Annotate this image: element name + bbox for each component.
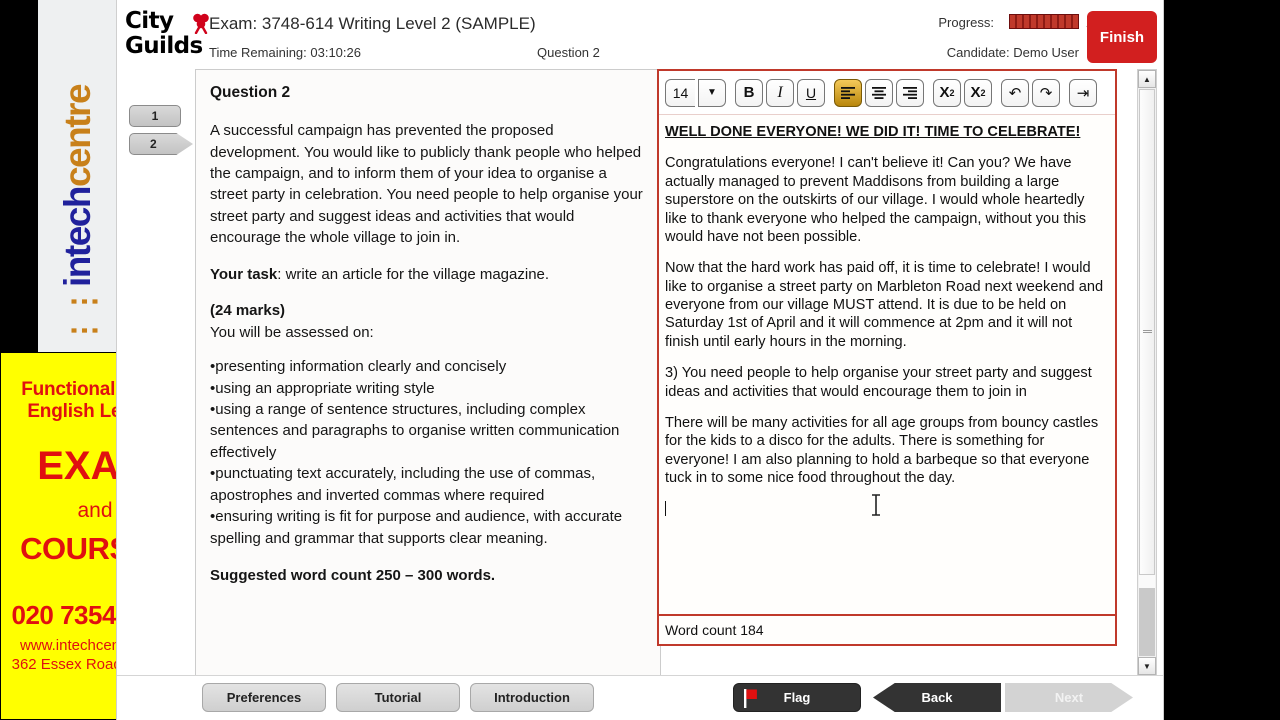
tutorial-button[interactable]: Tutorial	[336, 683, 460, 712]
align-left-button[interactable]	[834, 78, 862, 107]
question-marks: (24 marks)	[210, 302, 286, 320]
underline-button[interactable]: U	[797, 78, 825, 107]
indent-icon: ⇥	[1076, 84, 1090, 102]
scrollbar-grip-icon	[1143, 330, 1152, 334]
assessment-criteria-list: •presenting information clearly and conc…	[210, 356, 646, 549]
question-task: Your task: write an article for the vill…	[210, 264, 646, 285]
list-item: •presenting information clearly and conc…	[210, 358, 507, 376]
scrollbar-thumb[interactable]	[1139, 89, 1155, 575]
exam-header: City Guilds Exam: 3748-614 Writing Level…	[117, 0, 1163, 69]
subscript-button[interactable]: X2	[933, 78, 961, 107]
progress-label: Progress:	[938, 15, 994, 30]
scroll-down-button[interactable]: ▼	[1138, 657, 1156, 675]
align-center-button[interactable]	[865, 78, 893, 107]
superscript-base: X	[970, 84, 981, 101]
align-right-icon	[903, 86, 917, 99]
text-caret	[665, 500, 1107, 518]
intechcentre-logo: ⋮⋮ intech centre	[38, 0, 260, 352]
assessed-intro: You will be assessed on:	[210, 323, 374, 341]
answer-paragraph: Congratulations everyone! I can't believ…	[665, 155, 1087, 245]
scrollbar-track-lower[interactable]	[1139, 588, 1155, 656]
screen: ⋮⋮ intech centre Functional Skills Engli…	[0, 0, 1280, 720]
font-size-dropdown-icon[interactable]: ▼	[698, 78, 726, 107]
current-question-label: Question 2	[537, 45, 600, 60]
exam-footer: Preferences Tutorial Introduction Flag B…	[117, 675, 1163, 720]
flag-button[interactable]: Flag	[733, 683, 861, 712]
logo-guilds-text: Guilds	[125, 33, 203, 59]
italic-button[interactable]: I	[766, 78, 794, 107]
align-right-button[interactable]	[896, 78, 924, 107]
align-left-icon	[841, 86, 855, 99]
city-and-guilds-logo: City Guilds	[125, 10, 209, 60]
finish-button[interactable]: Finish	[1087, 11, 1157, 63]
preferences-button[interactable]: Preferences	[202, 683, 326, 712]
exam-application: City Guilds Exam: 3748-614 Writing Level…	[116, 0, 1164, 720]
bold-button[interactable]: B	[735, 78, 763, 107]
answer-heading: WELL DONE EVERYONE! WE DID IT! TIME TO C…	[665, 124, 1081, 140]
logo-dots-icon: ⋮⋮	[65, 288, 101, 346]
question-nav-item-2[interactable]: 2	[129, 133, 193, 155]
logo-text-centre: centre	[56, 84, 98, 188]
list-item: •using an appropriate writing style	[210, 379, 435, 397]
answer-editor-panel: 14 ▼ B I U X 2 X 2 ↶ ↷ ⇥ WELL DONE EVERY…	[657, 69, 1117, 646]
exam-title: Exam: 3748-614 Writing Level 2 (SAMPLE)	[209, 14, 536, 33]
redo-button[interactable]: ↷	[1032, 78, 1060, 107]
flag-icon	[744, 689, 757, 708]
answer-text-area[interactable]: WELL DONE EVERYONE! WE DID IT! TIME TO C…	[659, 115, 1115, 614]
answer-paragraph: There will be many activities for all ag…	[665, 414, 1099, 486]
list-item: •ensuring writing is fit for purpose and…	[210, 508, 623, 547]
list-item: •punctuating text accurately, including …	[210, 465, 596, 504]
font-size-value[interactable]: 14	[665, 78, 695, 107]
superscript-button[interactable]: X2	[964, 78, 992, 107]
word-count-bar: Word count 184	[659, 614, 1115, 644]
scroll-up-button[interactable]: ▲	[1138, 70, 1156, 88]
next-button[interactable]: Next	[1005, 683, 1133, 712]
mouse-ibeam-cursor	[872, 494, 880, 516]
task-text: : write an article for the village magaz…	[277, 265, 550, 283]
subscript-base: X	[939, 84, 950, 101]
vertical-scrollbar[interactable]: ▲ ▼	[1137, 69, 1157, 676]
question-nav-item-1[interactable]: 1	[129, 105, 181, 127]
question-paragraph: A successful campaign has prevented the …	[210, 122, 643, 247]
suggested-word-count: Suggested word count 250 – 300 words.	[210, 567, 496, 585]
word-count-value: Word count 184	[665, 622, 764, 638]
clover-icon	[193, 13, 209, 34]
align-center-icon	[872, 86, 886, 99]
undo-button[interactable]: ↶	[1001, 78, 1029, 107]
logo-text-intech: intech	[56, 187, 98, 287]
redo-icon: ↷	[1039, 84, 1053, 102]
answer-paragraph: Now that the hard work has paid off, it …	[665, 260, 1104, 350]
superscript-index: 2	[980, 87, 986, 98]
introduction-button[interactable]: Introduction	[470, 683, 594, 712]
candidate-name: Candidate: Demo User	[946, 45, 1079, 60]
question-panel: Question 2 A successful campaign has pre…	[195, 69, 661, 676]
undo-icon: ↶	[1008, 84, 1022, 102]
indent-button[interactable]: ⇥	[1069, 78, 1097, 107]
scrollbar-track[interactable]	[1139, 89, 1155, 656]
flag-label: Flag	[783, 690, 811, 705]
logo-city-text: City	[125, 8, 174, 34]
answer-paragraph: 3) You need people to help organise your…	[665, 365, 1092, 400]
back-button[interactable]: Back	[873, 683, 1001, 712]
question-navigation: 1 2	[117, 69, 195, 720]
subscript-index: 2	[949, 87, 955, 98]
list-item: •using a range of sentence structures, i…	[210, 400, 620, 461]
question-marks-block: (24 marks) You will be assessed on:	[210, 300, 646, 343]
editor-toolbar: 14 ▼ B I U X 2 X 2 ↶ ↷ ⇥	[659, 71, 1115, 115]
question-title: Question 2	[210, 84, 291, 101]
time-remaining: Time Remaining: 03:10:26	[209, 45, 361, 60]
task-label: Your task	[210, 265, 278, 283]
progress-bar	[1009, 14, 1079, 29]
